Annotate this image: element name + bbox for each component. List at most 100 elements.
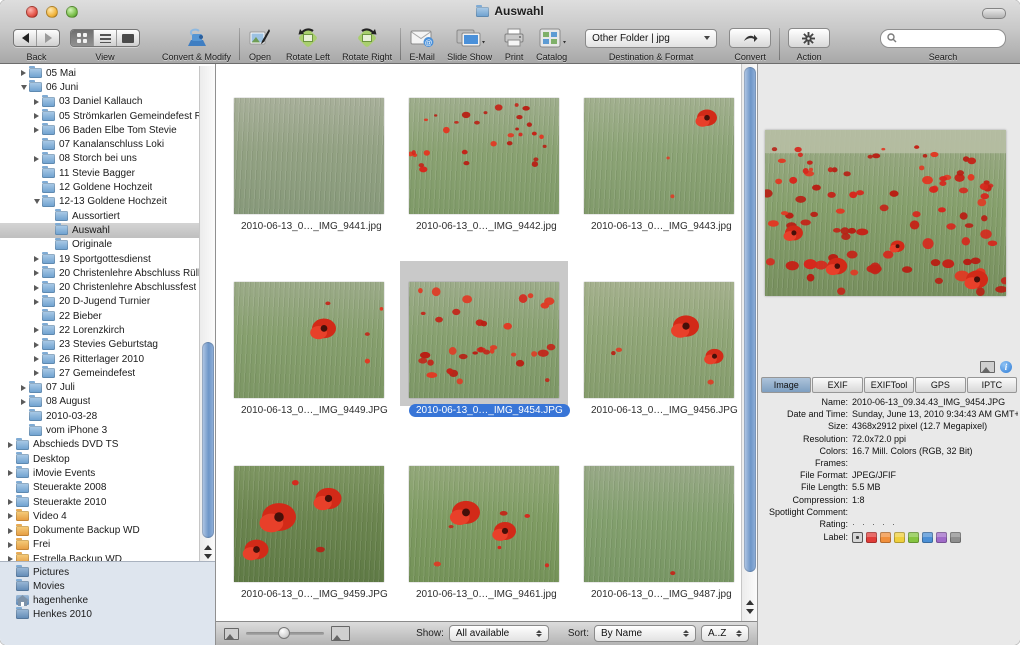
thumbnail-image[interactable] — [234, 98, 384, 214]
thumbnail-image[interactable] — [409, 98, 559, 214]
tree-item[interactable]: 20 D-Jugend Turnier — [0, 295, 200, 309]
tree-item[interactable]: 08 August — [0, 395, 200, 409]
disclosure-open-icon[interactable] — [31, 199, 42, 204]
sort-order-popup[interactable]: A..Z — [701, 625, 749, 642]
disclosure-closed-icon[interactable] — [5, 470, 16, 476]
disclosure-closed-icon[interactable] — [31, 285, 42, 291]
scroll-up-arrow[interactable] — [746, 600, 754, 605]
label-swatch-none[interactable] — [852, 532, 863, 543]
view-thumbnails-button[interactable] — [71, 30, 94, 46]
thumbnail-cell[interactable]: 2010-06-13_0…_IMG_9487.jpg — [584, 466, 734, 622]
disclosure-closed-icon[interactable] — [31, 342, 42, 348]
tree-item[interactable]: 03 Daniel Kallauch — [0, 95, 200, 109]
browser-scrollbar[interactable] — [741, 64, 757, 622]
tree-item[interactable]: 05 Strömkarlen Gemeindefest Röderau — [0, 109, 200, 123]
disclosure-closed-icon[interactable] — [18, 385, 29, 391]
tree-item[interactable]: 06 Baden Elbe Tom Stevie — [0, 123, 200, 137]
open-item[interactable]: Open — [248, 26, 272, 62]
email-item[interactable]: @ E-Mail — [409, 26, 435, 62]
tree-item[interactable]: Video 4 — [0, 509, 200, 523]
tree-item[interactable]: hagenhenke — [0, 593, 215, 607]
disclosure-closed-icon[interactable] — [31, 356, 42, 362]
forward-button[interactable] — [37, 30, 59, 46]
preview-toggle-icon[interactable] — [980, 361, 995, 373]
tree-item[interactable]: 06 Juni — [0, 80, 200, 94]
label-swatch[interactable] — [936, 532, 947, 543]
tree-item[interactable]: 19 Sportgottesdienst — [0, 252, 200, 266]
tree-item[interactable]: Dokumente Backup WD — [0, 524, 200, 538]
disclosure-closed-icon[interactable] — [5, 528, 16, 534]
label-swatch[interactable] — [908, 532, 919, 543]
tree-item[interactable]: 23 Stevies Geburtstag — [0, 338, 200, 352]
thumbnail-filename[interactable]: 2010-06-13_0…_IMG_9459.JPG — [234, 588, 395, 601]
search-input[interactable] — [901, 32, 985, 45]
tree-item[interactable]: Henkes 2010 — [0, 607, 215, 621]
tree-item[interactable]: 22 Lorenzkirch — [0, 323, 200, 337]
rating-dots[interactable]: ····· — [852, 518, 1018, 530]
tree-item[interactable]: vom iPhone 3 — [0, 423, 200, 437]
disclosure-closed-icon[interactable] — [31, 327, 42, 333]
tree-item[interactable]: 12-13 Goldene Hochzeit — [0, 195, 200, 209]
thumbnail-image[interactable] — [584, 466, 734, 582]
tree-item[interactable]: 2010-03-28 — [0, 409, 200, 423]
thumbnail-image[interactable] — [234, 282, 384, 398]
back-button[interactable] — [14, 30, 37, 46]
tree-item[interactable]: Steuerakte 2008 — [0, 481, 200, 495]
rotate-left-item[interactable]: Rotate Left — [286, 26, 330, 62]
tab-exif[interactable]: EXIF — [812, 377, 862, 393]
disclosure-closed-icon[interactable] — [5, 542, 16, 548]
tree-item[interactable]: 07 Kanalanschluss Loki — [0, 137, 200, 151]
tree-item[interactable]: 20 Christenlehre Abschlussfest — [0, 280, 200, 294]
tree-item[interactable]: 05 Mai — [0, 66, 200, 80]
tree-item[interactable]: Pictures — [0, 565, 215, 579]
tab-iptc[interactable]: IPTC — [967, 377, 1017, 393]
thumbnail-filename[interactable]: 2010-06-13_0…_IMG_9442.jpg — [409, 220, 564, 233]
tree-item[interactable]: 20 Christenlehre Abschluss Rülke — [0, 266, 200, 280]
thumbnail-cell[interactable]: 2010-06-13_0…_IMG_9459.JPG — [234, 466, 384, 622]
tree-item[interactable]: 08 Storch bei uns — [0, 152, 200, 166]
search-field[interactable] — [880, 29, 1006, 48]
thumbnail-image[interactable] — [409, 466, 559, 582]
print-item[interactable]: Print — [502, 26, 526, 62]
disclosure-open-icon[interactable] — [18, 85, 29, 90]
thumbnail-image[interactable] — [584, 98, 734, 214]
thumbnail-image[interactable] — [584, 282, 734, 398]
tree-item[interactable]: 27 Gemeindefest — [0, 366, 200, 380]
slideshow-item[interactable]: Slide Show — [447, 26, 492, 62]
tree-item[interactable]: 22 Bieber — [0, 309, 200, 323]
scroll-down-arrow[interactable] — [204, 554, 212, 559]
label-swatch[interactable] — [866, 532, 877, 543]
tree-item[interactable]: Desktop — [0, 452, 200, 466]
disclosure-closed-icon[interactable] — [31, 270, 42, 276]
convert-modify-item[interactable]: Convert & Modify — [162, 26, 231, 62]
info-icon[interactable]: i — [1000, 361, 1012, 373]
view-preview-button[interactable] — [117, 30, 139, 46]
thumbnail-cell[interactable]: 2010-06-13_0…_IMG_9449.JPG — [234, 282, 384, 466]
tree-item[interactable]: Abschieds DVD TS — [0, 438, 200, 452]
thumbnail-image[interactable] — [409, 282, 559, 398]
thumbnail-filename[interactable]: 2010-06-13_0…_IMG_9449.JPG — [234, 404, 395, 417]
disclosure-closed-icon[interactable] — [31, 99, 42, 105]
tab-exiftool[interactable]: EXIFTool — [864, 377, 914, 393]
slider-knob[interactable] — [278, 627, 290, 639]
disclosure-closed-icon[interactable] — [5, 513, 16, 519]
tree-item[interactable]: 26 Ritterlager 2010 — [0, 352, 200, 366]
thumbnail-cell[interactable]: 2010-06-13_0…_IMG_9461.jpg — [409, 466, 559, 622]
disclosure-closed-icon[interactable] — [31, 256, 42, 262]
thumbnail-size-slider[interactable] — [246, 632, 324, 635]
zoom-out-thumbnail-icon[interactable] — [224, 628, 239, 640]
thumbnail-filename[interactable]: 2010-06-13_0…_IMG_9456.JPG — [584, 404, 742, 417]
disclosure-closed-icon[interactable] — [18, 399, 29, 405]
disclosure-closed-icon[interactable] — [31, 127, 42, 133]
tree-item[interactable]: Originale — [0, 238, 200, 252]
catalog-item[interactable]: Catalog — [536, 26, 567, 62]
label-swatch[interactable] — [950, 532, 961, 543]
tree-item[interactable]: 12 Goldene Hochzeit — [0, 180, 200, 194]
disclosure-closed-icon[interactable] — [31, 299, 42, 305]
rotate-right-item[interactable]: Rotate Right — [342, 26, 392, 62]
tree-item[interactable]: 07 Juli — [0, 381, 200, 395]
thumbnail-filename[interactable]: 2010-06-13_0…_IMG_9461.jpg — [409, 588, 564, 601]
action-button[interactable] — [788, 28, 830, 48]
thumbnail-filename[interactable]: 2010-06-13_0…_IMG_9443.jpg — [584, 220, 739, 233]
sidebar-scrollbar[interactable] — [199, 66, 215, 565]
